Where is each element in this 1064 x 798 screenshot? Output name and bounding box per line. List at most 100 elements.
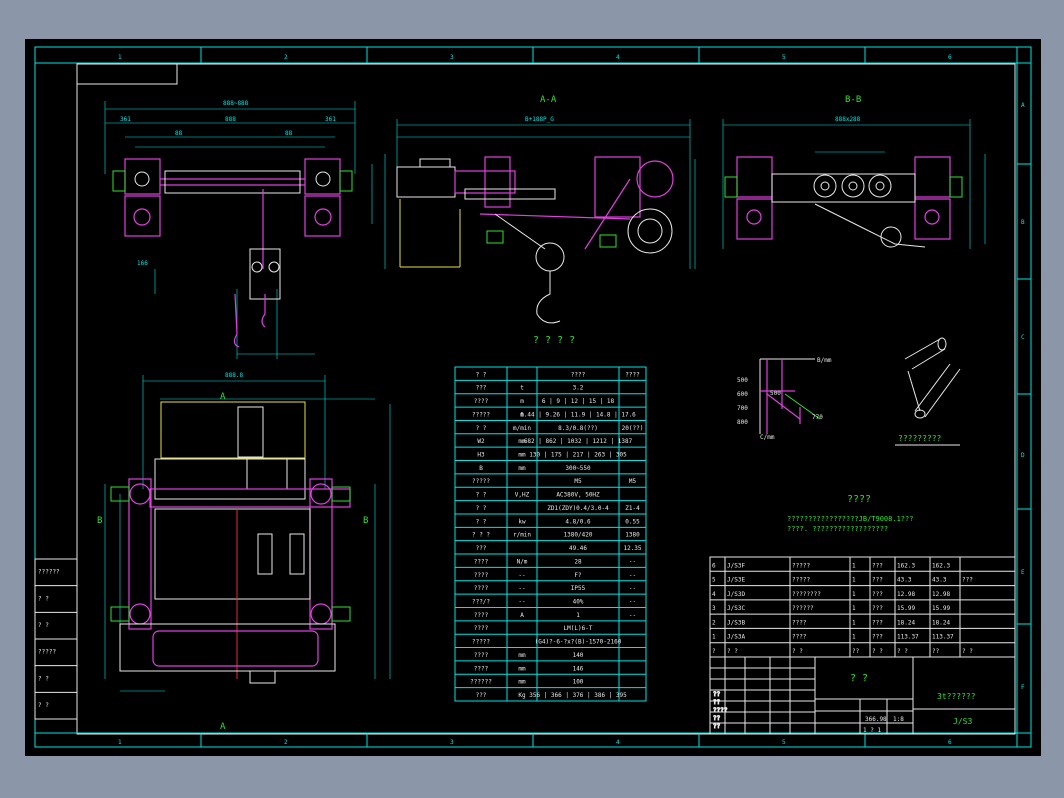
left-side-block: ?????? ? ? ? ?????? ? ? ? ? [34, 558, 78, 720]
parts-cell: J/S3A [727, 634, 745, 641]
zone-side-label: C [1021, 334, 1025, 341]
parts-cell: 15.99 [932, 605, 950, 612]
spec-cell: 356 | 366 | 376 | 386 | 395 [529, 692, 627, 699]
sign-row-label: ?? [713, 691, 721, 698]
tech-requirements: ???? ?????????????????JB/T9008.1??? ????… [787, 494, 913, 533]
left-block-label: ? ? [38, 702, 49, 709]
parts-cell: 43.3 [897, 577, 912, 584]
parts-cell: 2 [712, 619, 716, 626]
drawing-viewport[interactable]: 112233445566 ABCDEF 888~888 361 888 361 88… [25, 39, 1041, 756]
spec-cell: Kg [518, 692, 526, 699]
plan-view: A A B B 888.8 [97, 372, 391, 732]
parts-cell: 4 [712, 591, 716, 598]
parts-cell: 113.37 [932, 634, 954, 641]
spec-cell: 20(??) [622, 425, 644, 432]
spec-cell: V,HZ [515, 492, 530, 499]
view-a-top: A [220, 392, 226, 402]
zone-side-label: D [1021, 452, 1025, 459]
parts-cell: ????? [792, 577, 810, 584]
spec-cell: kw [518, 518, 526, 525]
spec-cell: -- [629, 572, 636, 579]
drawing-title: ? ? [850, 673, 868, 684]
spec-cell: ???? [474, 652, 489, 659]
zone-top-label: 6 [948, 54, 952, 61]
parts-cell: ??? [872, 577, 883, 584]
svg-text:88: 88 [175, 130, 183, 137]
spec-cell: ????? [472, 478, 490, 485]
parts-cell: ? ? [727, 648, 738, 655]
spec-cell: 1380 [625, 532, 640, 539]
parts-cell: ??? [872, 634, 883, 641]
zone-labels-side: A B C D E F [1021, 102, 1025, 691]
spec-cell: H3 [477, 452, 485, 459]
left-block-label: ????? [38, 649, 56, 656]
svg-text:888~888: 888~888 [223, 100, 249, 107]
zone-side-label: A [1021, 102, 1025, 109]
spec-cell: m [520, 398, 524, 405]
reverse-title-box [76, 63, 178, 85]
parts-cell: 1 [852, 591, 856, 598]
tech-req-title: ???? [847, 494, 871, 505]
curve-side-label: C/mm [760, 434, 775, 441]
spec-table: ? ???????????? t 3.2???? m 6 | 9 | 12 | 15 |… [454, 366, 647, 702]
spec-cell: 6.44 | 9.26 | 11.9 | 14.8 | 17.6 [520, 411, 636, 418]
parts-cell: ?? [852, 648, 860, 655]
spec-cell: -- [629, 585, 636, 592]
spec-cell: ? ? [476, 371, 487, 378]
spec-cell: m/min [513, 425, 531, 432]
spec-cell: ? ? [476, 505, 487, 512]
parts-cell: 12.98 [897, 591, 915, 598]
parts-cell: 18.24 [897, 619, 915, 626]
zone-top-label: 3 [450, 54, 454, 61]
zone-top-label: 2 [284, 54, 288, 61]
parts-cell: ?? [932, 648, 940, 655]
spec-cell: N/m [517, 558, 528, 565]
tech-note-2: ????. ?????????????????? [787, 525, 888, 533]
front-view: 888~888 361 888 361 88 88 166 [104, 100, 386, 359]
cad-drawing: 112233445566 ABCDEF 888~888 361 888 361 88… [34, 46, 1032, 748]
curve-diagram: 500 600 700 800 B/mm C/mm 500 770 ????????? [737, 357, 960, 446]
sign-row-label: ?? [713, 723, 721, 730]
sign-row-label: ?? [713, 699, 721, 706]
spec-cell: ???? [474, 612, 489, 619]
spec-cell: -- [629, 612, 636, 619]
svg-text:888.8: 888.8 [225, 372, 243, 379]
curve-y-tick: 600 [737, 391, 748, 398]
view-b-right: B [363, 516, 368, 526]
spec-cell: 682 | 862 | 1032 | 1212 | 1387 [524, 438, 633, 445]
spec-cell: M5 [574, 478, 582, 485]
svg-text:361: 361 [325, 116, 336, 123]
curve-title: ????????? [898, 434, 942, 443]
spec-cell: 1 [576, 612, 580, 619]
spec-cell: AC380V, 50HZ [556, 492, 600, 499]
parts-cell: ??? [872, 562, 883, 569]
parts-cell: 1 [852, 634, 856, 641]
curve-mark-500: 500 [770, 390, 781, 397]
zone-top-label: 1 [118, 54, 122, 61]
parts-cell: 1 [852, 577, 856, 584]
parts-cell: 6 [712, 562, 716, 569]
spec-cell: ? ? [476, 492, 487, 499]
zone-side-label: F [1021, 684, 1025, 691]
spec-cell: F? [574, 572, 582, 579]
svg-text:88: 88 [285, 130, 293, 137]
spec-cell: mm [518, 465, 526, 472]
svg-text:361: 361 [120, 116, 131, 123]
svg-text:888: 888 [225, 116, 236, 123]
drawing-sheet: 1 ? 1 [863, 727, 881, 734]
parts-cell: ???? [792, 634, 807, 641]
spec-cell: ??? [476, 692, 487, 699]
svg-text:B+188P_G: B+188P_G [525, 116, 554, 123]
parts-cell: ? ? [792, 648, 803, 655]
sign-row-label: ???? [713, 707, 728, 714]
zone-bottom-label: 3 [450, 739, 454, 746]
spec-cell: ????? [472, 411, 490, 418]
parts-cell: J/S3E [727, 577, 745, 584]
parts-cell: ??? [872, 619, 883, 626]
spec-cell: t [520, 385, 524, 392]
spec-cell: mm [518, 679, 526, 686]
section-a-a: A-A B+188P_G [396, 95, 696, 324]
zone-bottom-label: 1 [118, 739, 122, 746]
spec-cell: W2 [477, 438, 485, 445]
spec-cell: mm [518, 452, 526, 459]
